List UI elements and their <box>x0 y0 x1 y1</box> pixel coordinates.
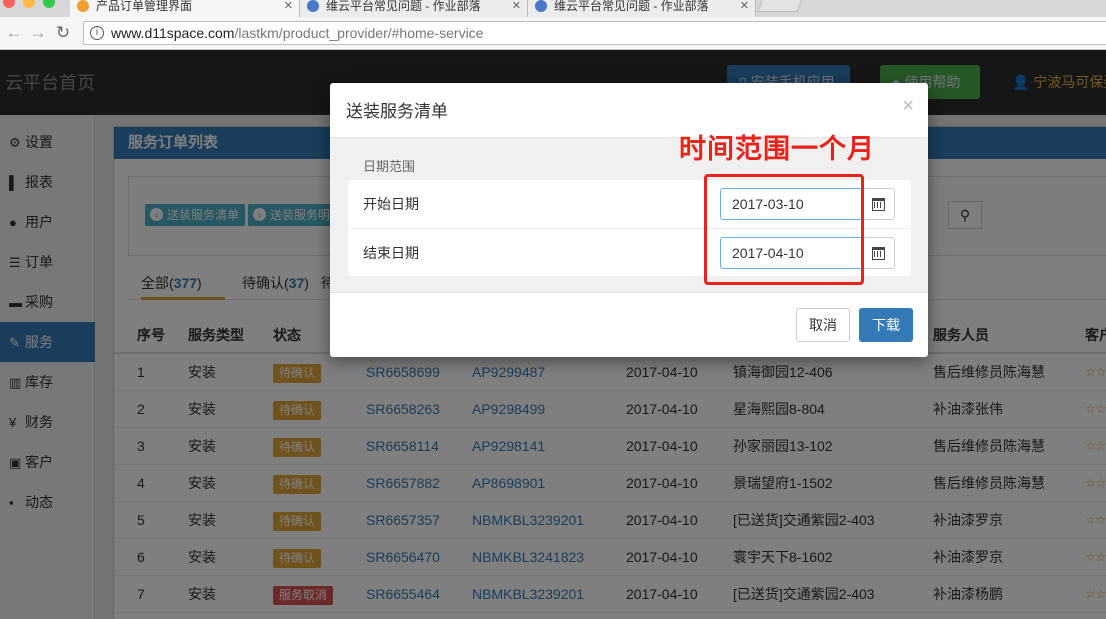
reload-icon[interactable]: ↻ <box>53 23 73 43</box>
browser-tab-1[interactable]: 产品订单管理界面 ✕ <box>70 0 300 17</box>
browser-tab-2[interactable]: 维云平台常见问题 - 作业部落 ✕ <box>300 0 528 17</box>
annotation-text: 时间范围一个月 <box>679 134 875 164</box>
url-host: www.d11space.com <box>111 25 235 41</box>
tab-close-icon[interactable]: ✕ <box>284 0 293 12</box>
tab-favicon-icon <box>77 0 89 12</box>
tab-title: 产品订单管理界面 <box>96 0 193 13</box>
url-path: /lastkm/product_provider/#home-service <box>234 25 484 41</box>
forward-arrow-icon[interactable]: → <box>28 23 48 43</box>
page-info-icon[interactable]: i <box>90 26 104 40</box>
tab-favicon-icon <box>535 0 547 12</box>
end-date-label: 结束日期 <box>363 245 419 261</box>
start-date-label: 开始日期 <box>363 196 419 212</box>
tab-title: 维云平台常见问题 - 作业部落 <box>554 0 709 13</box>
url-text: www.d11space.com/lastkm/product_provider… <box>111 25 483 41</box>
annotation-highlight-box <box>704 174 864 285</box>
calendar-icon <box>872 247 885 260</box>
date-range-label: 日期范围 <box>363 159 416 174</box>
url-input[interactable]: i www.d11space.com/lastkm/product_provid… <box>83 21 1106 45</box>
minimize-window-icon[interactable] <box>23 0 35 8</box>
download-button[interactable]: 下载 <box>859 308 913 342</box>
new-tab-button[interactable] <box>757 0 803 12</box>
end-date-picker-button[interactable] <box>861 237 895 269</box>
dialog-title: 送装服务清单 <box>346 102 448 121</box>
address-bar: ← → ↻ i www.d11space.com/lastkm/product_… <box>0 17 1106 50</box>
tab-title: 维云平台常见问题 - 作业部落 <box>326 0 481 13</box>
back-arrow-icon[interactable]: ← <box>4 23 24 43</box>
close-icon[interactable]: × <box>902 95 914 118</box>
tab-close-icon[interactable]: ✕ <box>512 0 521 12</box>
close-window-icon[interactable] <box>3 0 15 8</box>
tab-favicon-icon <box>307 0 319 12</box>
dialog-footer: 取消 下载 <box>330 293 928 357</box>
browser-tab-3[interactable]: 维云平台常见问题 - 作业部落 ✕ <box>528 0 756 17</box>
start-date-picker-button[interactable] <box>861 188 895 220</box>
zoom-window-icon[interactable] <box>43 0 55 8</box>
cancel-button[interactable]: 取消 <box>796 308 850 342</box>
tab-close-icon[interactable]: ✕ <box>740 0 749 12</box>
browser-tab-bar: 产品订单管理界面 ✕ 维云平台常见问题 - 作业部落 ✕ 维云平台常见问题 - … <box>0 0 1106 17</box>
calendar-icon <box>872 198 885 211</box>
